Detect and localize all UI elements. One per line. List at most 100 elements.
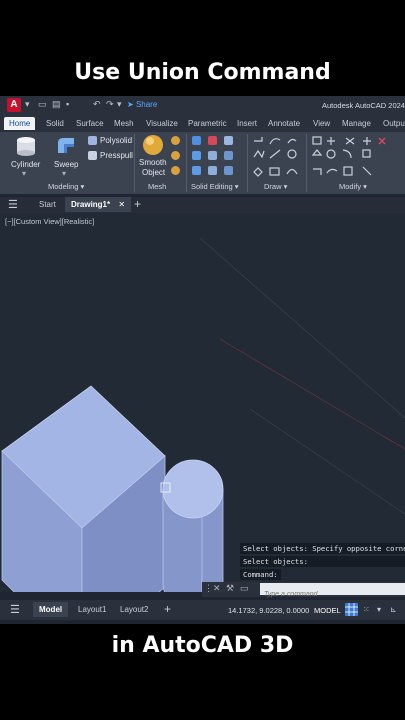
modeling-panel-title[interactable]: Modeling ▾ bbox=[48, 182, 84, 191]
snap-dropdown-icon[interactable]: ▾ bbox=[377, 605, 381, 614]
caption-top: Use Union Command bbox=[74, 60, 331, 85]
close-icon[interactable]: ✕ bbox=[213, 583, 221, 594]
modify-tools-icon[interactable] bbox=[311, 135, 401, 179]
title-bar: A ▾ ▭ ▤ ▪ ↶ ↷ ▾ ➤ Share Autodesk AutoCAD… bbox=[0, 96, 405, 116]
model-scene bbox=[1, 237, 405, 592]
presspull-icon bbox=[88, 151, 97, 160]
command-line: ⋮ ✕ ⚒ ▭ bbox=[202, 582, 405, 601]
grid-icon[interactable] bbox=[345, 603, 358, 616]
tab-surface[interactable]: Surface bbox=[76, 119, 104, 128]
tab-home[interactable]: Home bbox=[4, 117, 36, 130]
mesh-tool-icon[interactable] bbox=[171, 166, 180, 175]
fillet-edge-icon[interactable] bbox=[208, 166, 217, 175]
tab-layout1[interactable]: Layout1 bbox=[78, 605, 106, 614]
chamfer-edge-icon[interactable] bbox=[224, 166, 233, 175]
smooth-object-icon bbox=[143, 135, 163, 155]
smooth-label-line1: Smooth bbox=[139, 158, 167, 167]
ribbon-panel: Cylinder ▾ Sweep ▾ Polysolid Presspull M… bbox=[0, 132, 405, 194]
cylinder-top-face bbox=[162, 459, 224, 519]
cylinder-dropdown-icon[interactable]: ▾ bbox=[22, 169, 26, 178]
caption-bottom: in AutoCAD 3D bbox=[111, 633, 294, 658]
presspull-label: Presspull bbox=[100, 151, 133, 160]
tab-model[interactable]: Model bbox=[33, 602, 69, 617]
command-input-box bbox=[260, 583, 405, 601]
polysolid-label: Polysolid bbox=[100, 136, 133, 145]
panel-divider bbox=[186, 134, 187, 192]
menu-icon[interactable]: ☰ bbox=[8, 198, 18, 211]
qat-dropdown-icon[interactable]: ▾ bbox=[117, 99, 122, 110]
cylinder-label: Cylinder bbox=[11, 160, 41, 169]
command-input[interactable] bbox=[260, 588, 404, 601]
solid-editing-panel-title[interactable]: Solid Editing ▾ bbox=[191, 182, 239, 191]
tab-view[interactable]: View bbox=[313, 119, 330, 128]
ortho-mode-icon[interactable]: ⊾ bbox=[390, 605, 397, 614]
app-logo[interactable]: A bbox=[7, 98, 21, 112]
mesh-panel-title: Mesh bbox=[148, 182, 167, 191]
panel-divider bbox=[306, 134, 307, 192]
tab-manage[interactable]: Manage bbox=[342, 119, 371, 128]
drawing-tab-label: Drawing1* bbox=[71, 200, 111, 209]
tab-parametric[interactable]: Parametric bbox=[188, 119, 227, 128]
construction-line bbox=[249, 408, 405, 515]
add-layout-icon[interactable]: + bbox=[164, 602, 171, 616]
union-icon[interactable] bbox=[192, 136, 201, 145]
file-tab-bar: ☰ Start Drawing1* ✕ + bbox=[0, 197, 405, 213]
open-folder-icon[interactable]: ▤ bbox=[52, 99, 61, 110]
cylinder-icon bbox=[17, 137, 35, 156]
app-menu-chevron-icon[interactable]: ▾ bbox=[25, 99, 30, 110]
app-title: Autodesk AutoCAD 2024 bbox=[322, 101, 405, 110]
command-history-line: Select objects: Specify opposite corner: bbox=[240, 543, 405, 554]
snap-mode-icon[interactable]: ⁙ bbox=[363, 605, 370, 614]
intersect-icon[interactable] bbox=[224, 136, 233, 145]
customize-wrench-icon[interactable]: ⚒ bbox=[226, 583, 234, 594]
extract-edges-icon[interactable] bbox=[208, 151, 217, 160]
panel-divider bbox=[134, 134, 135, 192]
grid-icon-glyph bbox=[345, 603, 358, 616]
tab-visualize[interactable]: Visualize bbox=[146, 119, 178, 128]
command-prompt-icon[interactable]: ▭ bbox=[240, 583, 249, 594]
sweep-label: Sweep bbox=[54, 160, 79, 169]
panel-divider bbox=[247, 134, 248, 192]
ribbon-tab-bar: Home Solid Surface Mesh Visualize Parame… bbox=[0, 116, 405, 132]
viewport-controls-label[interactable]: [−][Custom View][Realistic] bbox=[5, 217, 94, 226]
share-button[interactable]: ➤ Share bbox=[127, 100, 157, 109]
draw-panel-title[interactable]: Draw ▾ bbox=[264, 182, 287, 191]
tab-drawing1[interactable]: Drawing1* ✕ bbox=[65, 197, 132, 212]
tab-mesh[interactable]: Mesh bbox=[114, 119, 134, 128]
command-history-line: Command: bbox=[240, 569, 281, 580]
command-history-line: Select objects: bbox=[240, 556, 405, 567]
smooth-label-line2: Object bbox=[142, 168, 166, 177]
drawing-viewport[interactable]: [−][Custom View][Realistic] bbox=[0, 213, 405, 592]
construction-line bbox=[199, 237, 405, 419]
union-solid[interactable] bbox=[1, 385, 224, 592]
drag-handle-icon[interactable]: ⋮ bbox=[204, 583, 213, 594]
status-bar: ☰ Model Layout1 Layout2 + 14.1732, 9.022… bbox=[0, 600, 405, 620]
layout-menu-icon[interactable]: ☰ bbox=[10, 603, 20, 616]
new-file-icon[interactable]: ▭ bbox=[38, 99, 47, 110]
sweep-dropdown-icon[interactable]: ▾ bbox=[62, 169, 66, 178]
tab-output[interactable]: Output bbox=[383, 119, 405, 128]
close-tab-icon[interactable]: ✕ bbox=[118, 200, 125, 209]
separate-icon[interactable] bbox=[192, 166, 201, 175]
model-space-button[interactable]: MODEL bbox=[314, 606, 341, 615]
subtract-icon[interactable] bbox=[208, 136, 217, 145]
shell-icon[interactable] bbox=[224, 151, 233, 160]
tab-start[interactable]: Start bbox=[39, 200, 56, 209]
share-label: Share bbox=[135, 100, 158, 109]
tab-layout2[interactable]: Layout2 bbox=[120, 605, 148, 614]
tab-solid[interactable]: Solid bbox=[46, 119, 64, 128]
add-tab-icon[interactable]: + bbox=[134, 197, 141, 211]
draw-tools-icon[interactable] bbox=[252, 135, 304, 179]
undo-icon[interactable]: ↶ bbox=[93, 99, 101, 110]
save-icon[interactable]: ▪ bbox=[66, 99, 69, 109]
mesh-tool-icon[interactable] bbox=[171, 136, 180, 145]
tab-annotate[interactable]: Annotate bbox=[268, 119, 300, 128]
coordinates-readout: 14.1732, 9.0228, 0.0000 bbox=[228, 606, 310, 615]
mesh-tool-icon[interactable] bbox=[171, 151, 180, 160]
tab-insert[interactable]: Insert bbox=[237, 119, 257, 128]
modify-panel-title[interactable]: Modify ▾ bbox=[339, 182, 367, 191]
autocad-window: A ▾ ▭ ▤ ▪ ↶ ↷ ▾ ➤ Share Autodesk AutoCAD… bbox=[0, 96, 405, 624]
slice-icon[interactable] bbox=[192, 151, 201, 160]
redo-icon[interactable]: ↷ bbox=[106, 99, 114, 110]
polysolid-icon bbox=[88, 136, 97, 145]
